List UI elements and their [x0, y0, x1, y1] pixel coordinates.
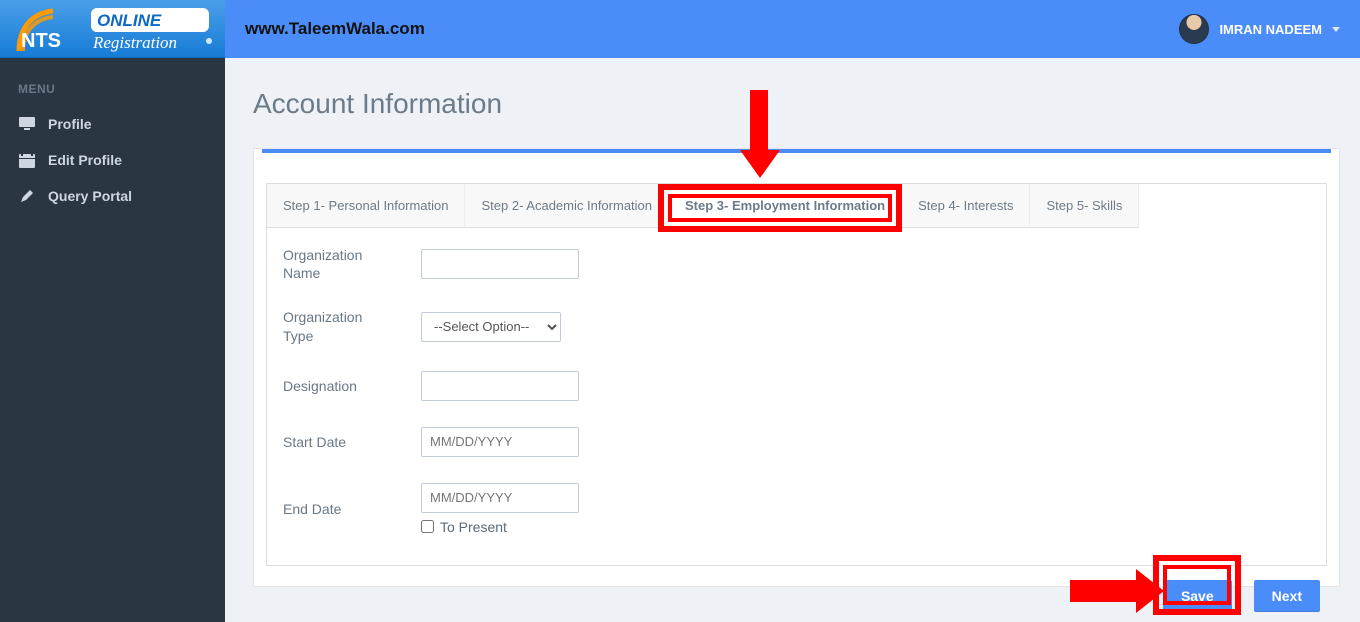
sidebar: MENU Profile Edit Profile Query Portal [0, 58, 225, 622]
avatar [1179, 14, 1209, 44]
sidebar-item-label: Query Portal [48, 188, 132, 204]
sidebar-item-query-portal[interactable]: Query Portal [0, 178, 225, 214]
end-date-label: End Date [283, 500, 395, 518]
sidebar-item-label: Edit Profile [48, 152, 122, 168]
user-menu[interactable]: IMRAN NADEEM [1179, 14, 1340, 44]
sidebar-item-profile[interactable]: Profile [0, 106, 225, 142]
designation-label: Designation [283, 377, 395, 395]
org-name-input[interactable] [421, 249, 579, 279]
designation-input[interactable] [421, 371, 579, 401]
site-url-text: www.TaleemWala.com [245, 19, 425, 39]
tab-step2-academic[interactable]: Step 2- Academic Information [465, 184, 669, 228]
user-name: IMRAN NADEEM [1219, 22, 1322, 37]
account-card: Step 1- Personal Information Step 2- Aca… [253, 148, 1340, 587]
pencil-icon [18, 188, 36, 204]
logo: NTS ONLINE Registration [0, 0, 225, 58]
org-type-select[interactable]: --Select Option-- [421, 312, 561, 342]
svg-text:ONLINE: ONLINE [97, 11, 162, 30]
org-name-label: Organization Name [283, 246, 395, 282]
svg-text:NTS: NTS [21, 30, 61, 52]
page-title: Account Information [253, 88, 1340, 120]
save-button[interactable]: Save [1163, 580, 1232, 612]
card-accent-bar [262, 149, 1331, 153]
tab-step1-personal[interactable]: Step 1- Personal Information [267, 184, 465, 228]
org-type-label: Organization Type [283, 308, 395, 344]
chevron-down-icon [1332, 27, 1340, 32]
calendar-icon [18, 152, 36, 168]
monitor-icon [18, 116, 36, 132]
logo-svg: NTS ONLINE Registration [13, 5, 213, 53]
tab-step4-interests[interactable]: Step 4- Interests [902, 184, 1030, 228]
sidebar-heading: MENU [0, 74, 225, 106]
to-present-label: To Present [440, 519, 507, 535]
end-date-input[interactable] [421, 483, 579, 513]
start-date-label: Start Date [283, 433, 395, 451]
tab-step3-employment[interactable]: Step 3- Employment Information [669, 184, 902, 228]
step-tabs: Step 1- Personal Information Step 2- Aca… [266, 183, 1327, 228]
employment-form: Organization Name Organization Type --Se… [266, 228, 1327, 566]
start-date-input[interactable] [421, 427, 579, 457]
sidebar-item-label: Profile [48, 116, 92, 132]
to-present-checkbox[interactable] [421, 520, 434, 533]
next-button[interactable]: Next [1254, 580, 1320, 612]
svg-text:Registration: Registration [92, 33, 177, 52]
sidebar-item-edit-profile[interactable]: Edit Profile [0, 142, 225, 178]
tab-step5-skills[interactable]: Step 5- Skills [1030, 184, 1139, 228]
